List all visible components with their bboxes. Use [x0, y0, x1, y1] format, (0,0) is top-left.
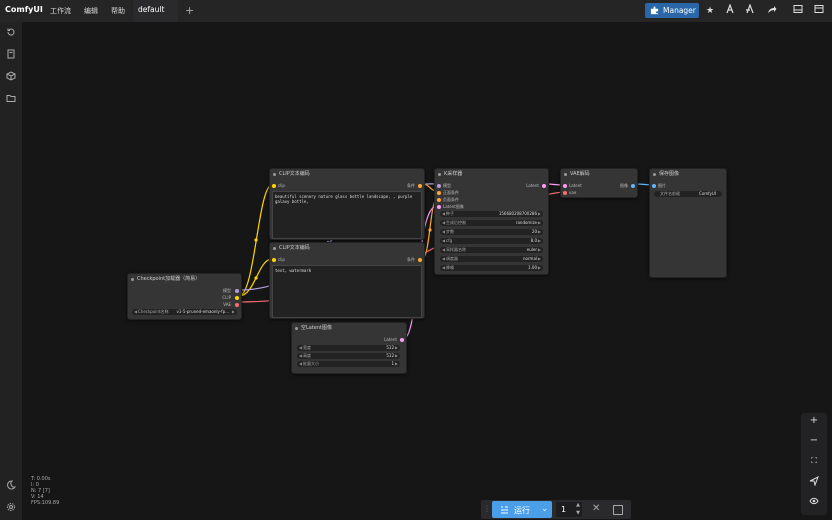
height-widget[interactable]: ◀ 高度 512 ▶: [297, 353, 400, 359]
ckpt-name-widget[interactable]: ◀ Checkpoint名称 v1-5-pruned-emaonly-fp... ▶: [132, 309, 237, 315]
input-model-label: 模型: [443, 183, 451, 188]
output-latent-port[interactable]: [542, 184, 546, 188]
output-vae-port[interactable]: [235, 303, 239, 307]
input-latent-label: Latent图像: [443, 204, 464, 209]
run-label: 运行: [514, 506, 530, 515]
output-latent-label: Latent: [384, 337, 397, 342]
batch-count-value: 1: [561, 505, 567, 514]
output-cond-label: 条件: [407, 257, 415, 262]
steps-widget[interactable]: ◀ 步数 20 ▶: [440, 229, 543, 235]
output-latent-port[interactable]: [400, 338, 404, 342]
input-positive-label: 正面条件: [443, 190, 459, 195]
output-image-label: 图像: [620, 183, 628, 188]
input-negative-label: 负面条件: [443, 197, 459, 202]
input-vae-port[interactable]: [563, 191, 567, 195]
output-vae-label: VAE: [223, 302, 231, 307]
cancel-icon[interactable]: ✕: [592, 503, 600, 514]
control-after-generate-widget[interactable]: ◀ 生成后控制 randomize ▶: [440, 220, 543, 226]
input-clip-port[interactable]: [272, 258, 276, 262]
input-latent-label: Latent: [569, 183, 582, 188]
output-model-port[interactable]: [235, 289, 239, 293]
width-widget[interactable]: ◀ 宽度 512 ▶: [297, 345, 400, 351]
node-clip-text-negative[interactable]: CLIP文本编码 clip 条件 text, watermark: [269, 242, 425, 319]
stat-fps: FPS:109.89: [31, 500, 60, 506]
node-title: K采样器: [435, 169, 548, 180]
output-cond-label: 条件: [407, 183, 415, 188]
input-image-port[interactable]: [652, 184, 656, 188]
prompt-textarea[interactable]: beautiful scenery nature glass bottle la…: [272, 191, 422, 239]
input-latent-port[interactable]: [437, 205, 441, 209]
toggle-link-visibility-icon[interactable]: [801, 497, 827, 508]
denoise-widget[interactable]: ◀ 降噪 1.00 ▶: [440, 265, 543, 271]
input-clip-port[interactable]: [272, 184, 276, 188]
filename-prefix-widget[interactable]: 文件名前缀 ComfyUI: [654, 191, 722, 197]
node-title: VAE解码: [561, 169, 637, 180]
increment-icon[interactable]: ▲: [576, 502, 580, 508]
node-ksampler[interactable]: K采样器 模型 正面条件 负面条件 Latent图像 Latent ◀ 种子 156…: [434, 168, 549, 275]
output-clip-port[interactable]: [235, 296, 239, 300]
batch-count-stepper[interactable]: 1 ▲ ▼: [556, 502, 582, 517]
cfg-widget[interactable]: ◀ cfg 8.0 ▶: [440, 238, 543, 244]
output-model-label: 模型: [223, 288, 231, 293]
node-checkpoint-loader[interactable]: Checkpoint加载器（简易） 模型 CLIP VAE ◀ Checkpoin…: [127, 273, 242, 320]
input-clip-label: clip: [278, 257, 285, 262]
batch-size-widget[interactable]: ◀ 批量大小 1 ▶: [297, 361, 400, 367]
run-options-chevron-icon[interactable]: ⌄: [541, 504, 548, 513]
input-model-port[interactable]: [437, 184, 441, 188]
output-clip-label: CLIP: [222, 295, 231, 300]
canvas-stats: T: 0.00s I: 0 N: 7 [7] V: 14 FPS:109.89: [31, 476, 59, 506]
node-title: CLIP文本编码: [270, 169, 424, 180]
node-empty-latent[interactable]: 空Latent图像 Latent ◀ 宽度 512 ▶ ◀ 高度 512 ▶ ◀ 批量大小 1 ▶: [291, 322, 407, 374]
queue-icon: [501, 506, 508, 514]
zoom-in-icon[interactable]: +: [801, 415, 827, 426]
sampler-name-widget[interactable]: ◀ 采样器名称 euler ▶: [440, 247, 543, 253]
output-cond-port[interactable]: [418, 184, 422, 188]
run-button[interactable]: 运行 ⌄: [492, 501, 552, 518]
input-clip-label: clip: [278, 183, 285, 188]
node-clip-text-positive[interactable]: CLIP文本编码 clip 条件 beautiful scenery natur…: [269, 168, 425, 240]
drag-handle-icon[interactable]: ⋮: [483, 504, 491, 513]
input-vae-label: vae: [569, 190, 577, 195]
node-title: CLIP文本编码: [270, 243, 424, 254]
node-save-image[interactable]: 保存图像 图片 文件名前缀 ComfyUI: [649, 168, 727, 278]
node-title: 空Latent图像: [292, 323, 406, 334]
run-toolbar: ⋮ 运行 ⌄ 1 ▲ ▼ ✕: [481, 500, 631, 519]
input-negative-port[interactable]: [437, 198, 441, 202]
prompt-textarea[interactable]: text, watermark: [272, 265, 422, 318]
stop-icon[interactable]: [613, 505, 623, 515]
output-image-port[interactable]: [631, 184, 635, 188]
node-title: Checkpoint加载器（简易）: [128, 274, 241, 285]
output-cond-port[interactable]: [418, 258, 422, 262]
input-image-label: 图片: [658, 183, 666, 188]
scheduler-widget[interactable]: ◀ 调度器 normal ▶: [440, 256, 543, 262]
node-vae-decode[interactable]: VAE解码 Latent vae 图像: [560, 168, 638, 198]
seed-widget[interactable]: ◀ 种子 156680208700286 ▶: [440, 211, 543, 217]
select-mode-icon[interactable]: [801, 475, 827, 489]
fit-view-icon[interactable]: ⛶: [801, 456, 827, 466]
zoom-controls: + − ⛶: [801, 413, 827, 515]
decrement-icon[interactable]: ▼: [576, 510, 580, 516]
output-latent-label: Latent: [526, 183, 539, 188]
input-latent-port[interactable]: [563, 184, 567, 188]
zoom-out-icon[interactable]: −: [801, 435, 827, 446]
node-title: 保存图像: [650, 169, 726, 180]
input-positive-port[interactable]: [437, 191, 441, 195]
